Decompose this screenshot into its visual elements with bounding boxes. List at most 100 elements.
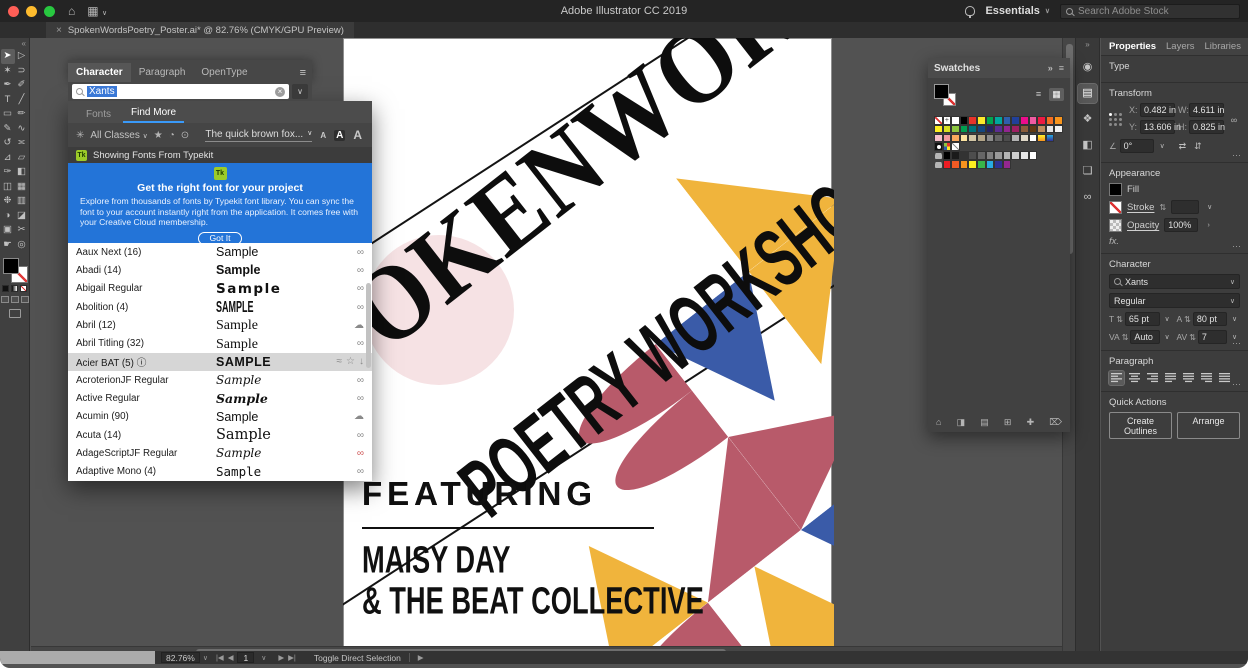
swatch[interactable] [994, 160, 1003, 169]
collapse-tools-icon[interactable]: « [0, 38, 29, 49]
tab-character[interactable]: Character [68, 63, 131, 82]
sample-size-medium-button[interactable]: A [334, 130, 345, 141]
font-dropdown-toggle[interactable]: ∨ [292, 84, 308, 99]
color-group-folder-icon[interactable] [934, 151, 943, 160]
swatch[interactable] [960, 151, 969, 160]
stroke-label[interactable]: Stroke [1127, 202, 1154, 213]
swatch[interactable] [1003, 151, 1012, 160]
swatch-kinds-icon[interactable]: ◨ [957, 417, 966, 428]
home-icon[interactable]: ⌂ [68, 4, 75, 18]
symbols-panel-icon[interactable]: ❖ [1078, 110, 1097, 129]
swatch[interactable] [1003, 160, 1012, 169]
font-list-item[interactable]: Acier BAT (5) ⓘSAMPLE≈☆↓ [68, 353, 372, 371]
swatch[interactable] [994, 134, 1003, 143]
sync-font-icon[interactable]: ↓ [359, 356, 364, 367]
sync-font-icon[interactable]: ∞ [357, 375, 364, 386]
color-button[interactable] [2, 285, 9, 292]
workspace-switcher[interactable]: Essentials ∨ [985, 5, 1050, 17]
swatch[interactable] [1037, 125, 1046, 134]
font-family-select[interactable]: Xants ∨ [1109, 274, 1240, 289]
swatch[interactable] [1011, 116, 1020, 125]
sync-font-icon[interactable]: ∞ [357, 283, 364, 294]
fill-color-chip[interactable] [934, 84, 949, 99]
rotation-angle-field[interactable]: 0° [1120, 139, 1154, 153]
stroke-weight-field[interactable] [1171, 200, 1199, 214]
fill-stroke-widget[interactable] [3, 258, 27, 282]
swatch[interactable] [1046, 116, 1055, 125]
swatch[interactable] [943, 142, 952, 151]
swatch[interactable] [1029, 116, 1038, 125]
reference-point-widget[interactable] [1109, 113, 1123, 127]
font-list-item[interactable]: Abril Titling (32)Sample∞ [68, 334, 372, 352]
swatch[interactable] [943, 134, 952, 143]
swatch[interactable] [951, 142, 960, 151]
cloud-font-icon[interactable]: ☁ [354, 411, 364, 422]
font-list-item[interactable]: Acumin (90)Sample☁ [68, 408, 372, 426]
all-classes-dropdown[interactable]: All Classes ∨ [90, 130, 147, 141]
panel-menu-icon[interactable]: ≡ [1059, 63, 1064, 73]
tracking-control[interactable]: AV ⇅ 7 ∨ [1177, 330, 1241, 344]
swatch[interactable] [1029, 151, 1038, 160]
activated-eye-icon[interactable]: ⊙ [181, 130, 189, 141]
justify-all-button[interactable] [1217, 371, 1232, 385]
sample-size-small-button[interactable]: A [318, 131, 328, 140]
new-color-group-icon[interactable]: ⊞ [1004, 417, 1012, 428]
next-artboard-icon[interactable]: ▶ [278, 653, 284, 662]
subtab-fonts[interactable]: Fonts [78, 106, 119, 123]
swatch[interactable] [1037, 134, 1046, 143]
document-tab[interactable]: × SpokenWordsPoetry_Poster.ai* @ 82.76% … [46, 22, 354, 38]
first-artboard-icon[interactable]: |◀ [216, 653, 224, 662]
create-outlines-button[interactable]: Create Outlines [1109, 412, 1172, 439]
recent-clock-icon[interactable]: ◔ [169, 130, 175, 141]
stock-search-input[interactable]: Search Adobe Stock [1060, 4, 1240, 19]
swatch[interactable] [934, 125, 943, 134]
font-list-item[interactable]: Abigail RegularSample∞ [68, 280, 372, 298]
sync-font-icon[interactable]: ∞ [357, 393, 364, 404]
swatch[interactable] [951, 134, 960, 143]
swatch[interactable] [977, 134, 986, 143]
zoom-window-button[interactable] [44, 6, 55, 17]
swatch[interactable] [960, 160, 969, 169]
draw-mode-buttons[interactable] [0, 296, 29, 303]
gradient-tool[interactable]: ◧ [15, 165, 29, 180]
font-list-item[interactable]: Abolition (4)SAMPLE∞ [68, 298, 372, 316]
swatch[interactable] [986, 160, 995, 169]
swatch[interactable] [986, 125, 995, 134]
font-list-item[interactable]: Aaux Next (16)Sample∞ [68, 243, 372, 261]
paintbrush-tool[interactable]: ✏ [15, 107, 29, 122]
eyedropper-tool[interactable]: ✑ [1, 165, 15, 180]
tab-layers[interactable]: Layers [1166, 41, 1195, 55]
type-tool[interactable]: T [1, 93, 15, 108]
font-list-item[interactable]: AdageScriptJF RegularSample∞ [68, 444, 372, 462]
width-field[interactable]: 4.611 in [1189, 103, 1224, 117]
tab-libraries[interactable]: Libraries [1205, 41, 1241, 55]
similar-fonts-icon[interactable]: ≈ [337, 356, 343, 367]
gradient-panel-icon[interactable]: ◧ [1078, 136, 1097, 155]
swatch[interactable] [1003, 134, 1012, 143]
lightbulb-icon[interactable] [965, 6, 975, 16]
swatch[interactable] [977, 151, 986, 160]
none-button[interactable] [20, 285, 27, 292]
font-list-item[interactable]: Acuta (14)Sample∞ [68, 426, 372, 444]
swatch[interactable] [943, 125, 952, 134]
filter-classes-icon[interactable]: ✳ [76, 130, 84, 141]
sample-size-large-button[interactable]: A [351, 128, 364, 142]
pen-tool[interactable]: ✒ [1, 78, 15, 93]
lasso-tool[interactable]: ⊃ [15, 64, 29, 79]
screen-mode-button[interactable] [9, 309, 21, 318]
minimize-window-button[interactable] [26, 6, 37, 17]
grid-view-button[interactable]: ▦ [1049, 88, 1064, 101]
clear-search-icon[interactable]: × [275, 87, 285, 97]
swatch[interactable] [968, 151, 977, 160]
new-swatch-icon[interactable]: ✚ [1027, 417, 1035, 428]
opacity-field[interactable]: 100% [1164, 218, 1198, 232]
subtab-find-more[interactable]: Find More [123, 104, 184, 123]
swatch[interactable] [1029, 125, 1038, 134]
shaper-tool[interactable]: ∿ [15, 122, 29, 137]
sync-font-icon[interactable]: ∞ [357, 247, 364, 258]
line-segment-tool[interactable]: ╱ [15, 93, 29, 108]
properties-panel-icon[interactable]: ▤ [1078, 84, 1097, 103]
tab-opentype[interactable]: OpenType [193, 63, 255, 82]
sync-font-icon[interactable]: ∞ [357, 338, 364, 349]
last-artboard-icon[interactable]: ▶| [288, 653, 296, 662]
